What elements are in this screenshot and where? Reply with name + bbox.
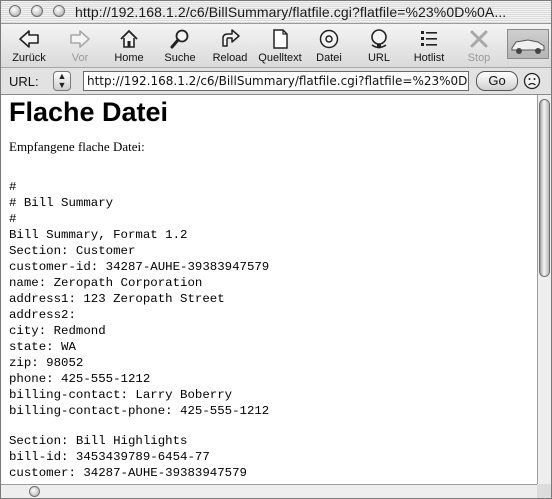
flatfile-line: customer-id: 34287-AUHE-39383947579 [9, 260, 270, 274]
zoom-window-button[interactable] [53, 5, 65, 17]
reload-icon [222, 29, 240, 47]
frown-face-icon[interactable] [523, 72, 541, 90]
flatfile-line: # [9, 180, 17, 194]
forward-arrow-icon [70, 30, 90, 48]
car-logo-icon [511, 39, 545, 54]
flatfile-line: state: WA [9, 340, 76, 354]
go-button[interactable]: Go [476, 71, 518, 91]
horizontal-scroll-thumb[interactable] [29, 486, 40, 497]
home-button[interactable]: Home [104, 26, 154, 66]
home-label: Home [114, 52, 144, 64]
reload-button[interactable]: Reload [205, 26, 255, 66]
browser-window: http://192.168.1.2/c6/BillSummary/flatfi… [0, 0, 552, 499]
flatfile-line: city: Redmond [9, 324, 106, 338]
flatfile-line: billing-contact: Larry Boberry [9, 388, 233, 402]
flatfile-line: # Bill Summary [9, 196, 114, 210]
home-icon [120, 29, 138, 48]
page-icon [273, 29, 288, 49]
flatfile-line: Bill Summary, Format 1.2 [9, 228, 188, 242]
toolbar: Zurück Vor Home Suche Reload Quelltext D… [1, 24, 551, 68]
search-button[interactable]: Suche [155, 26, 205, 66]
file-button[interactable]: Datei [304, 26, 354, 66]
url-history-stepper[interactable]: ▲ ▼ [53, 71, 71, 91]
browser-logo [507, 29, 549, 59]
flatfile-text: # # Bill Summary # Bill Summary, Format 1.2… [9, 179, 269, 481]
page-title: Flache Datei [9, 97, 169, 127]
flatfile-line: address1: 123 Zeropath Street [9, 292, 225, 306]
url-input[interactable]: http://192.168.1.2/c6/BillSummary/flatfi… [83, 71, 469, 91]
stop-label: Stop [467, 52, 491, 64]
stop-icon [470, 30, 488, 48]
vertical-scroll-thumb[interactable] [539, 99, 550, 277]
flatfile-blank-line [9, 419, 269, 433]
url-button[interactable]: URL [354, 26, 404, 66]
resize-corner[interactable] [537, 484, 551, 498]
flatfile-line: billing-contact-phone: 425-555-1212 [9, 404, 270, 418]
address-bar: URL: ▲ ▼ http://192.168.1.2/c6/BillSummar… [1, 68, 551, 95]
source-button[interactable]: Quelltext [255, 26, 305, 66]
flatfile-line: zip: 98052 [9, 356, 84, 370]
list-icon [421, 31, 437, 46]
flatfile-line: name: Zeropath Corporation [9, 276, 203, 290]
flatfile-line: address2: [9, 308, 76, 322]
flatfile-line: bill-id: 3453439789-6454-77 [9, 450, 210, 464]
intro-text: Empfangene flache Datei: [9, 139, 145, 154]
magnifier-icon [170, 29, 189, 49]
hotlist-button[interactable]: Hotlist [404, 26, 454, 66]
back-arrow-icon [19, 30, 39, 48]
flatfile-line: phone: 425-555-1212 [9, 372, 151, 386]
close-window-button[interactable] [9, 5, 21, 17]
url-icon [371, 29, 387, 49]
stop-button[interactable]: Stop [454, 26, 504, 66]
flatfile-line: Section: Customer [9, 244, 136, 258]
back-label: Zurück [12, 52, 46, 64]
url-field-label: URL: [9, 74, 39, 89]
disc-icon [319, 29, 339, 49]
title-bar[interactable]: http://192.168.1.2/c6/BillSummary/flatfi… [1, 1, 551, 24]
flatfile-line: customer: 34287-AUHE-39383947579 [9, 466, 247, 480]
forward-button[interactable]: Vor [55, 26, 105, 66]
vertical-scrollbar[interactable] [537, 95, 551, 484]
flatfile-line: Section: Bill Highlights [9, 434, 188, 448]
page-content: Flache Datei Empfangene flache Datei: # #… [1, 95, 537, 484]
horizontal-scrollbar[interactable] [1, 484, 537, 498]
back-button[interactable]: Zurück [4, 26, 54, 66]
minimize-window-button[interactable] [31, 5, 43, 17]
flatfile-line: # [9, 212, 17, 226]
window-title: http://192.168.1.2/c6/BillSummary/flatfi… [75, 4, 507, 20]
